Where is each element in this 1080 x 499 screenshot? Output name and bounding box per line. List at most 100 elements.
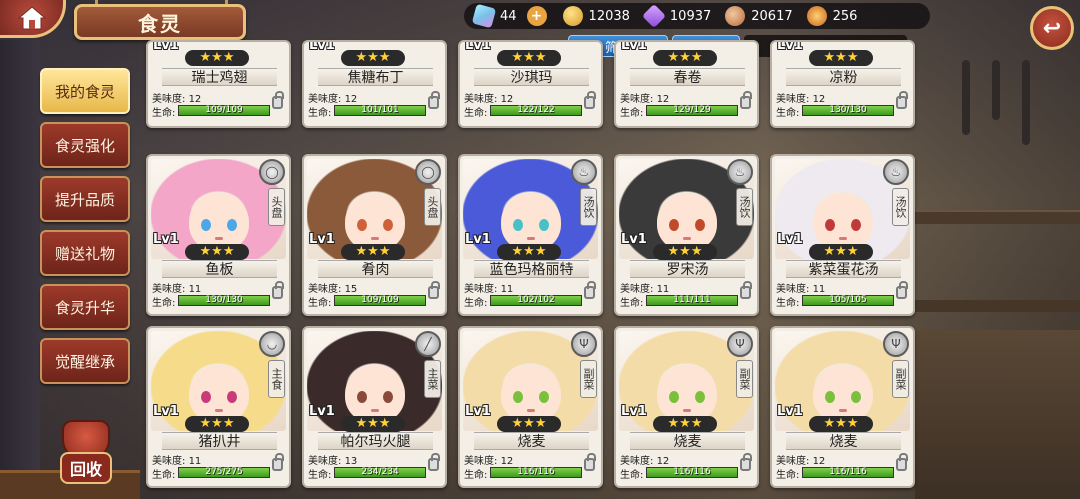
food-soul-card[interactable]: Ψ 副菜 Lv1 ★★★ 烧麦 美味度: 12 生命: 116/116 — [770, 326, 915, 488]
hp-value: 129/129 — [673, 105, 711, 115]
gold-coin-icon — [562, 6, 583, 26]
food-soul-card[interactable]: ◯ 头盘 Lv1 ★★★ 鱼板 美味度: 11 生命: 130/130 — [146, 154, 291, 316]
food-soul-card[interactable]: ◡ 主食 Lv1 ★★★ 猪扒井 美味度: 11 生命: 275/275 — [146, 326, 291, 488]
lock-icon[interactable] — [740, 91, 752, 109]
background-curtain — [0, 40, 40, 499]
lock-icon[interactable] — [740, 281, 752, 299]
menu-give-gift[interactable]: 赠送礼物 — [40, 230, 130, 276]
flavor-value: 12 — [656, 94, 670, 105]
portrait-mouth — [527, 409, 535, 412]
level-label: Lv1 — [309, 40, 335, 53]
home-button[interactable] — [0, 0, 66, 38]
dish-type-label: 主食 — [268, 360, 285, 398]
meat-icon — [725, 6, 746, 26]
flavor-value: 12 — [500, 94, 514, 105]
flavor-stat: 美味度: 12 — [620, 452, 669, 467]
level-label: Lv1 — [621, 40, 647, 53]
portrait-eye — [201, 219, 211, 231]
flavor-value: 12 — [500, 456, 514, 467]
portrait-mouth — [371, 409, 379, 412]
menu-upgrade-quality[interactable]: 提升品质 — [40, 176, 130, 222]
food-soul-card[interactable]: Lv1 ★★★ 春卷 美味度: 12 生命: 129/129 — [614, 40, 759, 128]
hp-value: 109/109 — [361, 295, 399, 305]
dish-type-label: 副菜 — [580, 360, 597, 398]
hp-bar: 130/130 — [802, 105, 894, 116]
food-soul-grid: Lv1 ★★★ 瑞士鸡翅 美味度: 12 生命: 109/109 Lv1 ★★★… — [146, 40, 916, 499]
food-soul-card[interactable]: ♨ 汤饮 Lv1 ★★★ 紫菜蛋花汤 美味度: 11 生命: 105/105 — [770, 154, 915, 316]
menu-awaken-inherit[interactable]: 觉醒继承 — [40, 338, 130, 384]
food-soul-card[interactable]: ♨ 汤饮 Lv1 ★★★ 蓝色玛格丽特 美味度: 11 生命: 102/102 — [458, 154, 603, 316]
level-label: Lv1 — [309, 404, 335, 419]
add-gems-button[interactable]: + — [526, 6, 547, 26]
portrait-eye — [825, 219, 835, 231]
flavor-stat: 美味度: 12 — [152, 90, 201, 105]
food-soul-card[interactable]: ╱ 主菜 Lv1 ★★★ 帕尔玛火腿 美味度: 13 生命: 234/234 — [302, 326, 447, 488]
food-soul-card[interactable]: Lv1 ★★★ 凉粉 美味度: 12 生命: 130/130 — [770, 40, 915, 128]
hp-value: 116/116 — [829, 467, 867, 477]
page-title: 食灵 — [74, 4, 246, 40]
level-label: Lv1 — [153, 232, 179, 247]
back-arrow-icon: ↩ — [1042, 15, 1062, 41]
lock-icon[interactable] — [584, 453, 596, 471]
hp-label: 生命: — [620, 298, 644, 309]
hp-bar: 102/102 — [490, 295, 582, 306]
level-label: Lv1 — [309, 232, 335, 247]
food-soul-card[interactable]: Ψ 副菜 Lv1 ★★★ 烧麦 美味度: 12 生命: 116/116 — [614, 326, 759, 488]
lock-icon[interactable] — [896, 453, 908, 471]
portrait-eye — [695, 219, 705, 231]
recycle-label: 回收 — [59, 452, 112, 484]
back-button[interactable]: ↩ — [1030, 6, 1074, 50]
flavor-stat: 美味度: 12 — [776, 452, 825, 467]
background-shelf — [915, 210, 1080, 224]
star-rating: ★★★ — [497, 50, 561, 66]
star-rating: ★★★ — [341, 244, 405, 260]
portrait-face — [813, 193, 873, 251]
recycle-button[interactable]: 回收 — [52, 420, 120, 484]
food-soul-card[interactable]: Lv1 ★★★ 沙琪玛 美味度: 12 生命: 122/122 — [458, 40, 603, 128]
lock-icon[interactable] — [584, 91, 596, 109]
hp-bar: 234/234 — [334, 467, 426, 478]
lock-icon[interactable] — [428, 91, 440, 109]
dish-type-label: 主菜 — [424, 360, 441, 398]
lock-icon[interactable] — [272, 91, 284, 109]
dish-type-label: 副菜 — [736, 360, 753, 398]
food-soul-card[interactable]: Lv1 ★★★ 瑞士鸡翅 美味度: 12 生命: 109/109 — [146, 40, 291, 128]
flavor-stat: 美味度: 12 — [776, 90, 825, 105]
level-label: Lv1 — [621, 404, 647, 419]
lock-icon[interactable] — [272, 453, 284, 471]
menu-ascend[interactable]: 食灵升华 — [40, 284, 130, 330]
flavor-stat: 美味度: 12 — [464, 90, 513, 105]
star-rating: ★★★ — [653, 50, 717, 66]
portrait-face — [657, 193, 717, 251]
flavor-stat: 美味度: 11 — [464, 280, 513, 295]
lock-icon[interactable] — [896, 281, 908, 299]
menu-my-food-souls[interactable]: 我的食灵 — [40, 68, 130, 114]
lock-icon[interactable] — [272, 281, 284, 299]
hp-bar: 275/275 — [178, 467, 270, 478]
gold-count: 12038 — [588, 8, 630, 24]
background-utensil — [992, 60, 1000, 120]
food-soul-card[interactable]: ♨ 汤饮 Lv1 ★★★ 罗宋汤 美味度: 11 生命: 111/111 — [614, 154, 759, 316]
hp-label: 生命: — [620, 470, 644, 481]
portrait-eye — [695, 391, 705, 403]
side-menu: 我的食灵 食灵强化 提升品质 赠送礼物 食灵升华 觉醒继承 — [40, 68, 130, 392]
food-soul-card[interactable]: ◯ 头盘 Lv1 ★★★ 肴肉 美味度: 15 生命: 109/109 — [302, 154, 447, 316]
lock-icon[interactable] — [428, 281, 440, 299]
hp-bar: 116/116 — [490, 467, 582, 478]
portrait-eye — [669, 391, 679, 403]
food-soul-card[interactable]: Ψ 副菜 Lv1 ★★★ 烧麦 美味度: 12 生命: 116/116 — [458, 326, 603, 488]
lock-icon[interactable] — [740, 453, 752, 471]
food-soul-card[interactable]: Lv1 ★★★ 焦糖布丁 美味度: 12 生命: 101/101 — [302, 40, 447, 128]
hp-label: 生命: — [152, 298, 176, 309]
character-name: 烧麦 — [630, 432, 745, 450]
character-name: 帕尔玛火腿 — [318, 432, 433, 450]
flavor-stat: 美味度: 11 — [776, 280, 825, 295]
lock-icon[interactable] — [896, 91, 908, 109]
portrait-mouth — [839, 237, 847, 240]
portrait-eye — [227, 391, 237, 403]
plate-icon: ◯ — [415, 159, 441, 185]
portrait-mouth — [371, 237, 379, 240]
lock-icon[interactable] — [584, 281, 596, 299]
lock-icon[interactable] — [428, 453, 440, 471]
menu-enhance[interactable]: 食灵强化 — [40, 122, 130, 168]
